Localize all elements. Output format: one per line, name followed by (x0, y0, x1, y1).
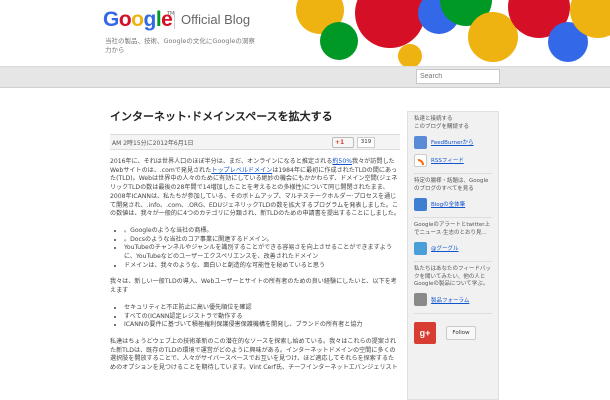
list-item: YouTubeのチャンネルやジャンルを識別することができる容易さを向上させること… (124, 244, 400, 261)
plus-one-button[interactable]: +1 (332, 137, 354, 148)
blog-header: Google TM Official Blog 当社の製品、技術、Googleの… (0, 0, 610, 66)
feedburner-icon (414, 135, 427, 149)
sidebar-item-blog-directory[interactable]: Blogの全体筆 (408, 197, 498, 211)
link-tld[interactable]: トップレベルドメイン (211, 167, 272, 174)
principles-list: セキュリティと不正防止に高い優先順位を確認 すべての(ICANN認定レジストラで… (124, 304, 400, 330)
paragraph: 2016年に、それは世界人口のほぼ半分は、まだ、オンラインになると推定される約5… (110, 158, 400, 219)
sidebar-item-forum[interactable]: 製品フォーラム (408, 293, 498, 307)
decor-circle (398, 44, 422, 66)
list-item: セキュリティと不正防止に高い優先順位を確認 (124, 304, 400, 313)
google-logo[interactable]: Google (103, 8, 173, 32)
gplus-widget: g+ Follow (414, 321, 498, 344)
list-item: 。Googleのような当社の商標。 (124, 227, 400, 236)
search-input[interactable] (416, 69, 500, 84)
google-plus-icon[interactable]: g+ (414, 321, 436, 344)
plus-one-count: 319 (357, 137, 375, 148)
decor-circle (320, 22, 358, 60)
connect-title: 私達と接続する このブログを購読する (414, 116, 470, 130)
rss-icon (414, 153, 427, 167)
post-title[interactable]: インターネット·ドメインスペースを拡大する (110, 110, 400, 124)
twitter-icon (414, 241, 427, 255)
sidebar: 私達と接続する このブログを購読する FeedBurnerから RSSフィード … (407, 111, 499, 400)
link-50-percent[interactable]: 約50% (332, 158, 352, 165)
text-span: 2016年に、それは世界人口のほぼ半分は、まだ、オンラインになると推定される (110, 158, 333, 165)
paragraph: 私達はちょうどウェブ上の技術革新のこの潜在的なソースを探索し始めている。我々はこ… (110, 337, 398, 372)
forum-icon (414, 293, 427, 306)
feedback-title: 私たちはあなたのフィードバックを聞いてみたい、他の人とGoogleの製品について… (414, 266, 491, 287)
paragraph: 我々は、新しい一般TLDの導入、Webユーザーとサイトの所有者のための良い経験に… (110, 278, 397, 295)
rss-link[interactable]: RSSフィード (431, 156, 464, 164)
nav-bar (0, 66, 610, 88)
other-blogs-title: 特定の腸様・話題は、Googleのブログのすべてを見る (414, 178, 489, 192)
list-item: ドメインは、我々のような、面白いと創造的な可能性を秘めていると思う (124, 262, 400, 271)
blog-directory-link[interactable]: Blogの全体筆 (431, 200, 465, 208)
twitter-title: Googleのアラートとtwitter上でニュース·生志のとおり見... (414, 222, 491, 236)
post-column: インターネット·ドメインスペースを拡大する AM 2時15分に2012年6月1日… (110, 100, 400, 400)
follow-button[interactable]: Follow (446, 325, 476, 340)
post-body: 2016年に、それは世界人口のほぼ半分は、まだ、オンラインになると推定される約5… (110, 158, 400, 373)
post-date: AM 2時15分に2012年6月1日 (112, 140, 194, 147)
post-meta-bar: AM 2時15分に2012年6月1日 +1 319 (110, 134, 400, 150)
sidebar-item-feedburner[interactable]: FeedBurnerから (408, 135, 498, 149)
decor-circle (355, 0, 425, 48)
plus-one-label: +1 (335, 139, 345, 146)
feedburner-link[interactable]: FeedBurnerから (431, 138, 474, 146)
blog-name[interactable]: Official Blog (174, 11, 250, 29)
forum-link[interactable]: 製品フォーラム (431, 296, 469, 304)
sidebar-item-rss[interactable]: RSSフィード (408, 153, 498, 167)
divider (414, 312, 492, 314)
category-list: 。Googleのような当社の商標。 。Docsのような当社のコア事業に関連するド… (124, 227, 400, 271)
blogger-icon (414, 197, 427, 211)
text-span: は1984年に最初に作成されたTLDの間にあった(TLD)。Webは世界中の人々… (110, 166, 400, 218)
twitter-link[interactable]: @グーグル (431, 244, 459, 252)
list-item: すべての(ICANN認定レジストラで動作する (124, 313, 400, 322)
sidebar-item-twitter[interactable]: @グーグル (408, 241, 498, 255)
blog-tagline: 当社の製品、技術、Googleの文化にGoogleの洞察力から (105, 37, 255, 54)
list-item: ICANNの要件に基づいて積極権利保護侵害保護機構を開発し、ブランドの所有者と協… (124, 321, 400, 330)
